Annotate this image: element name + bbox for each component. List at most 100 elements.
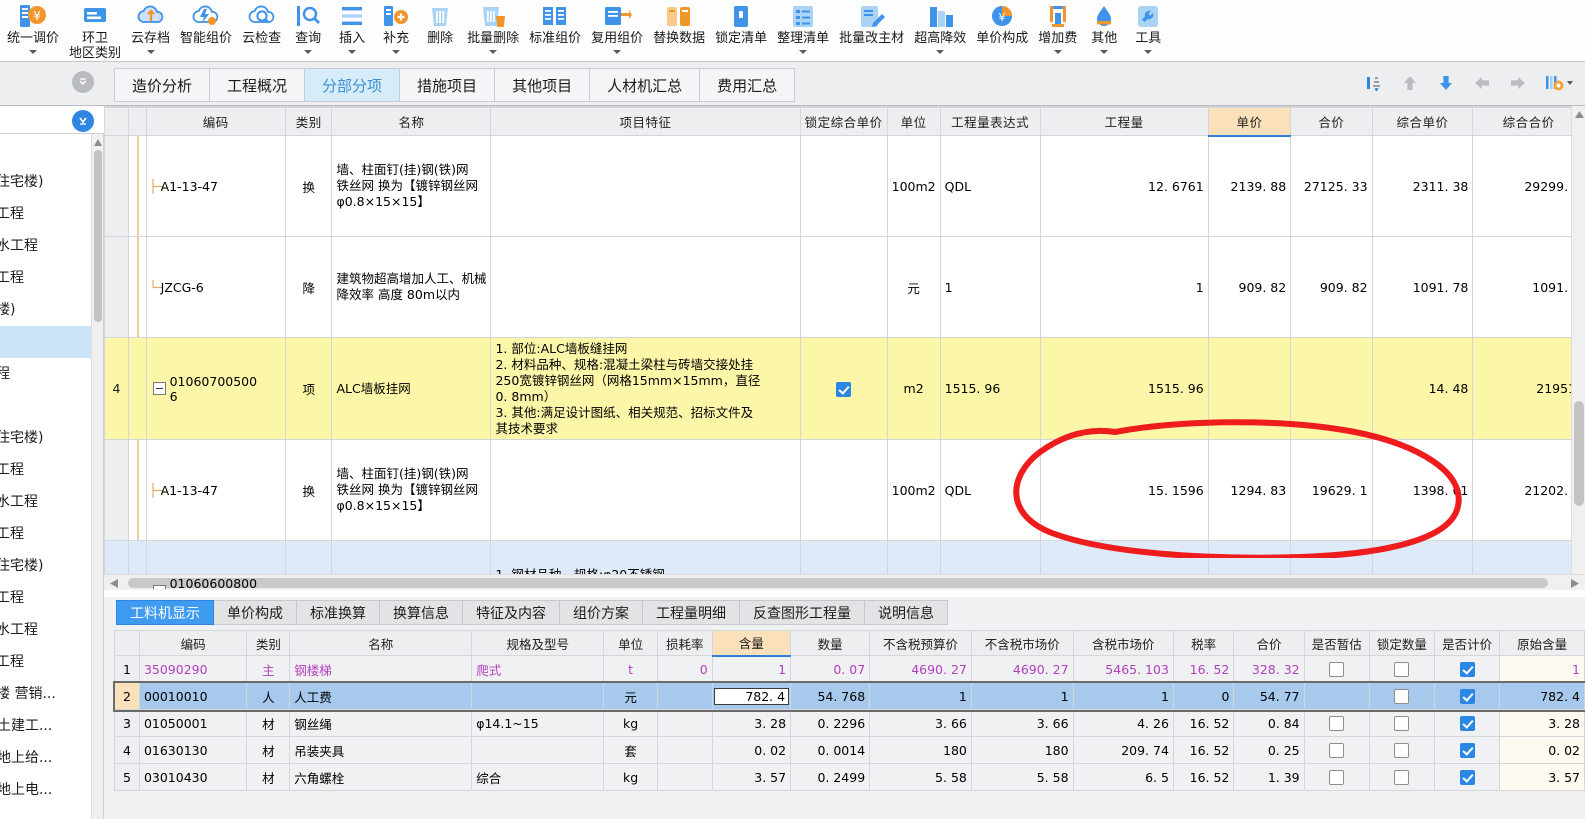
res-cell-quantity[interactable]: 0. 2499 — [790, 763, 871, 791]
ribbon-button-supplement[interactable]: 补充 — [374, 0, 418, 58]
ribbon-button-other[interactable]: 其他 — [1082, 0, 1126, 58]
res-cell-market-price[interactable]: 1 — [970, 682, 1074, 710]
tab-0[interactable]: 造价分析 — [114, 68, 211, 102]
ribbon-button-tools[interactable]: 工具 — [1126, 0, 1170, 58]
col-header-合价[interactable]: 合价 — [1290, 107, 1373, 136]
col-header-综合单价[interactable]: 综合单价 — [1371, 107, 1474, 136]
res-cell-quantity[interactable]: 0. 0014 — [790, 736, 871, 764]
res-cell-market-price[interactable]: 4690. 27 — [970, 655, 1074, 683]
res-cell-market-price-tax[interactable]: 1 — [1072, 682, 1174, 710]
res-cell-priced[interactable] — [1433, 682, 1501, 710]
chevron-down-icon[interactable] — [1131, 46, 1165, 58]
grid-vscroll-thumb[interactable] — [1574, 401, 1584, 506]
cell-category[interactable]: 换 — [284, 439, 333, 541]
res-cell-code[interactable]: 01050001 — [138, 709, 248, 737]
res-cell-market-price[interactable]: 180 — [970, 736, 1074, 764]
res-col-header-名称[interactable]: 名称 — [289, 630, 473, 656]
res-col-header-不含税市场价[interactable]: 不含税市场价 — [970, 630, 1074, 656]
cell-quantity[interactable]: 1 — [1039, 236, 1209, 338]
res-cell-tax-rate[interactable]: 16. 52 — [1172, 655, 1235, 683]
cell-expression[interactable]: 1515. 96 — [939, 337, 1041, 440]
arrow-up-icon[interactable] — [1399, 72, 1421, 94]
table-row[interactable]: 4 01060700500 6 项 ALC墙板挂网 1. 部位:ALC墙板缝挂网 2. 材料… — [104, 337, 1585, 440]
bottom-tab-2[interactable]: 标准换算 — [297, 600, 380, 625]
bottom-tab-4[interactable]: 特征及内容 — [463, 600, 560, 625]
sidebar-item-8[interactable]: 程 — [0, 390, 103, 422]
res-col-header-c0[interactable] — [114, 630, 140, 656]
res-cell-priced[interactable] — [1433, 655, 1501, 683]
cell-category[interactable]: 项 — [284, 337, 333, 440]
chevron-down-icon[interactable] — [7, 46, 59, 58]
bottom-tab-5[interactable]: 组价方案 — [560, 600, 643, 625]
cell-comprehensive-total[interactable]: 21951. — [1472, 337, 1585, 440]
tab-6[interactable]: 费用汇总 — [700, 68, 796, 102]
res-cell-budget-price[interactable]: 4690. 27 — [869, 655, 972, 683]
list-item[interactable]: 1 35090290 主钢楼梯 爬式 t 0 1 0. 07 4690. 27 4690. 27 5… — [114, 655, 1585, 683]
arrow-down-icon[interactable] — [1435, 72, 1457, 94]
cell-unit[interactable]: 100m2 — [886, 439, 941, 541]
res-col-header-类别[interactable]: 类别 — [246, 630, 291, 656]
arrow-right-icon[interactable] — [1507, 72, 1529, 94]
res-cell-content[interactable]: 3. 57 — [711, 763, 792, 791]
ribbon-button-batch-edit-material[interactable]: 批量改主材 — [834, 0, 909, 58]
res-cell-tax-rate[interactable]: 0 — [1172, 682, 1235, 710]
res-col-header-含量[interactable]: 含量 — [711, 630, 792, 657]
project-tree-sidebar[interactable]: 一业住宅楼)建工程排水工程气工程宅楼)程工程程业住宅楼)建工程排水工程气工程业住… — [0, 133, 104, 819]
res-cell-content[interactable]: 1 — [711, 655, 792, 683]
cell-lock-unitprice[interactable] — [799, 337, 888, 440]
item-detail-grid[interactable]: 编码 类别 名称 项目特征 锁定综合单价 单位 工程量表达式 工程量 单价 合价 综合单价 综合合价 … — [104, 106, 1585, 589]
ribbon-button-unified-price[interactable]: ¥ 统一调价 — [2, 0, 64, 58]
chevron-down-icon[interactable] — [1087, 46, 1121, 58]
chevron-down-icon[interactable] — [131, 46, 170, 58]
table-row[interactable]: A1-13-47 换墙、柱面钉(挂)钢(铁)网 铁丝网 换为【镀锌钢丝网 φ0.8×1… — [104, 135, 1585, 237]
res-cell-name[interactable]: 人工费 — [289, 682, 473, 710]
res-cell-market-price-tax[interactable]: 5465. 103 — [1072, 655, 1174, 683]
bottom-tab-8[interactable]: 说明信息 — [865, 600, 948, 625]
cell-expression[interactable]: QDL — [939, 439, 1041, 541]
cell-name[interactable]: 墙、柱面钉(挂)钢(铁)网 铁丝网 换为【镀锌钢丝网 φ0.8×15×15】 — [331, 135, 492, 237]
res-cell-budget-price[interactable]: 5. 58 — [869, 763, 972, 791]
content-editor[interactable]: 782. 4 — [713, 687, 790, 705]
cell-feature[interactable] — [490, 135, 801, 237]
res-cell-unit[interactable]: 元 — [603, 682, 658, 710]
col-header-工程量表达式[interactable]: 工程量表达式 — [939, 107, 1041, 136]
ribbon-button-replace-data[interactable]: 替换数据 — [648, 0, 710, 58]
list-item[interactable]: 2 00010010 人人工费元 782. 4 54. 768 1 1 1 0 54. 77 782… — [112, 680, 1585, 712]
res-cell-loss-rate[interactable] — [656, 736, 713, 764]
ribbon-button-smart-pricing[interactable]: 智能组价 — [175, 0, 237, 58]
res-cell-code[interactable]: 03010430 — [138, 763, 248, 791]
res-cell-loss-rate[interactable]: 0 — [656, 655, 713, 683]
res-cell-loss-rate[interactable] — [656, 709, 713, 737]
arrow-left-icon[interactable] — [1471, 72, 1493, 94]
sidebar-item-19[interactable]: ) -地上给... — [0, 742, 103, 774]
cell-name[interactable]: 建筑物超高增加人工、机械 降效率 高度 80m以内 — [331, 236, 492, 338]
res-cell-name[interactable]: 钢丝绳 — [289, 709, 473, 737]
res-cell-provisional[interactable] — [1303, 709, 1370, 737]
res-col-header-数量[interactable]: 数量 — [790, 630, 871, 656]
res-cell-content[interactable]: 3. 28 — [711, 709, 792, 737]
grid-horizontal-scrollbar[interactable] — [104, 574, 1585, 590]
cell-feature[interactable]: 1. 部位:ALC墙板缝挂网 2. 材料品种、规格:混凝土梁柱与砖墙交接处挂 250… — [490, 337, 801, 440]
sidebar-item-2[interactable]: 建工程 — [0, 198, 103, 230]
col-header-锁定综合单价[interactable]: 锁定综合单价 — [799, 107, 888, 136]
tab-1[interactable]: 工程概况 — [210, 68, 306, 102]
cell-quantity[interactable]: 15. 1596 — [1039, 439, 1209, 541]
res-cell-provisional[interactable] — [1303, 655, 1370, 683]
res-cell-spec[interactable]: 综合 — [471, 763, 605, 791]
res-cell-total[interactable]: 0. 25 — [1233, 736, 1305, 764]
cell-expression[interactable]: QDL — [939, 135, 1041, 237]
sidebar-item-0[interactable]: 一 — [0, 134, 103, 166]
res-col-header-合价[interactable]: 合价 — [1233, 630, 1305, 656]
res-cell-category[interactable]: 主 — [246, 655, 291, 683]
res-cell-quantity[interactable]: 0. 07 — [790, 655, 871, 683]
res-cell-provisional[interactable] — [1303, 736, 1370, 764]
cell-total[interactable] — [1290, 337, 1373, 440]
cell-total[interactable]: 27125. 33 — [1290, 135, 1373, 237]
res-col-header-不含税预算价[interactable]: 不含税预算价 — [869, 630, 972, 656]
res-cell-category[interactable]: 人 — [246, 682, 291, 710]
res-cell-name[interactable]: 吊装夹具 — [289, 736, 473, 764]
ribbon-button-delete[interactable]: 删除 — [418, 0, 462, 58]
cell-quantity[interactable]: 12. 6761 — [1039, 135, 1209, 237]
res-cell-original-content[interactable]: 1 — [1499, 655, 1585, 683]
ribbon-button-height-efficiency[interactable]: 超高降效 — [909, 0, 971, 58]
